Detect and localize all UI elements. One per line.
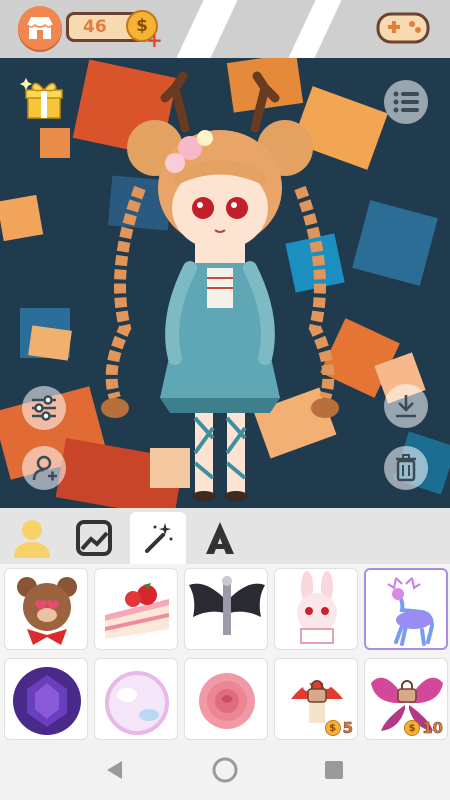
- price-value: 10: [422, 719, 443, 738]
- magic-wand-icon: [145, 523, 173, 553]
- coin-count: 46: [83, 17, 107, 37]
- add-coins-button[interactable]: +: [146, 30, 163, 50]
- bear-item[interactable]: [4, 568, 88, 650]
- text-a-icon: [206, 522, 234, 554]
- category-tabs: [0, 508, 450, 564]
- galaxy-deer-item[interactable]: [364, 568, 448, 650]
- sliders-icon: [32, 395, 56, 421]
- add-user-icon: [32, 455, 57, 481]
- coin-icon: $: [324, 720, 341, 736]
- purple-gem-item[interactable]: [4, 658, 88, 740]
- cake-icon: [105, 583, 169, 639]
- menu-button[interactable]: [384, 80, 428, 124]
- gem-icon: [13, 667, 81, 735]
- home-icon[interactable]: [211, 756, 239, 784]
- tab-text[interactable]: [192, 512, 248, 564]
- bunny-icon: [297, 571, 337, 644]
- gift-button[interactable]: [20, 76, 68, 124]
- lock-icon: [397, 680, 417, 703]
- price-tag: $ 5: [324, 719, 353, 738]
- download-button[interactable]: [384, 384, 428, 428]
- menu-icon: [393, 91, 419, 113]
- pink-rose-item[interactable]: [184, 658, 268, 740]
- bubble-orb-item[interactable]: [94, 658, 178, 740]
- system-nav-bar: [0, 740, 450, 800]
- adjust-button[interactable]: [22, 386, 66, 430]
- tab-background[interactable]: [66, 512, 122, 564]
- orb-icon: [105, 671, 169, 735]
- bar-decor-stripe: [288, 0, 342, 58]
- delete-button[interactable]: [384, 446, 428, 490]
- rose-icon: [199, 673, 255, 729]
- games-button[interactable]: [376, 10, 430, 46]
- character-stage: [0, 58, 450, 508]
- doll-character[interactable]: [95, 68, 345, 508]
- lock-icon: [307, 680, 327, 703]
- item-grid: $ 5 $ 10: [0, 564, 450, 740]
- mushroom-item[interactable]: $ 5: [274, 658, 358, 740]
- coin-icon: $: [404, 720, 421, 736]
- bunny-item[interactable]: [274, 568, 358, 650]
- wings-icon: [189, 576, 265, 635]
- bear-icon: [17, 577, 77, 645]
- tab-character[interactable]: [4, 512, 60, 564]
- gift-icon: [20, 78, 63, 119]
- recents-icon[interactable]: [324, 760, 344, 780]
- butterfly-item[interactable]: $ 10: [364, 658, 448, 740]
- price-tag: $ 10: [404, 719, 443, 737]
- tab-effects[interactable]: [130, 512, 186, 564]
- price-value: 5: [342, 719, 353, 738]
- strawberry-cake-item[interactable]: [94, 568, 178, 650]
- bar-decor-stripe: [176, 0, 238, 58]
- gamepad-icon: [376, 12, 430, 44]
- top-bar: 46 $ +: [0, 0, 450, 58]
- shop-icon: [26, 17, 54, 39]
- dark-wings-item[interactable]: [184, 568, 268, 650]
- add-character-button[interactable]: [22, 446, 66, 490]
- person-icon: [14, 520, 50, 558]
- trash-icon: [396, 454, 416, 482]
- back-icon[interactable]: [104, 759, 126, 781]
- shop-button[interactable]: [18, 6, 62, 50]
- deer-icon: [387, 577, 435, 646]
- download-icon: [396, 395, 416, 418]
- background-image-icon: [76, 520, 112, 556]
